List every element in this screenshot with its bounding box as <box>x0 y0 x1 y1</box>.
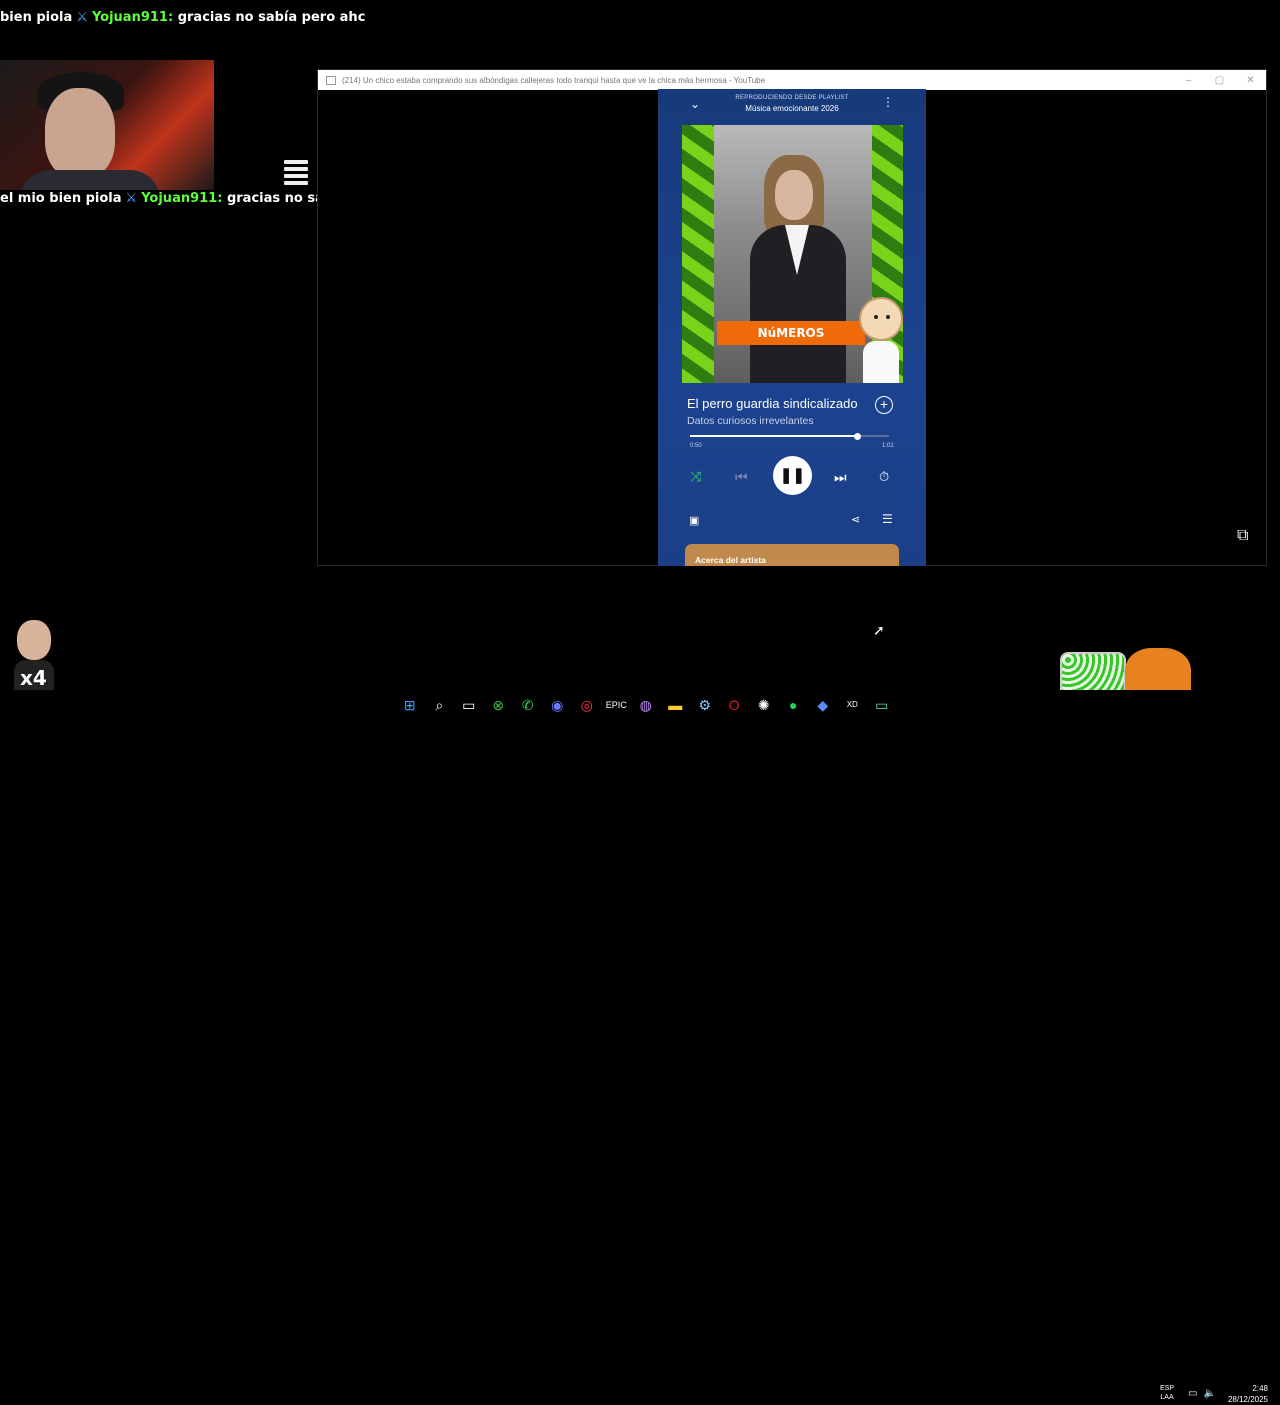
steam-icon[interactable]: ⚙ <box>690 696 720 714</box>
search-icon[interactable]: ⌕ <box>425 696 455 714</box>
windows-icon[interactable]: ⊞ <box>395 696 425 714</box>
timer-icon[interactable]: ⏱ <box>879 469 889 485</box>
sword-icon: ⚔ <box>76 10 88 25</box>
spotify-player: ⌄ REPRODUCIENDO DESDE PLAYLIST Música em… <box>658 89 926 566</box>
window-title: (214) Un chico estaba comprando sus albó… <box>342 75 766 85</box>
chat-text: gracias no sabía pero ahc <box>177 10 366 25</box>
shuffle-icon[interactable]: ⤨ <box>690 468 701 485</box>
time-total: 1:01 <box>882 443 894 449</box>
cover-banner: NúMEROS <box>717 321 865 345</box>
progress-bar[interactable] <box>690 432 889 440</box>
volume-icon[interactable]: 🔈 <box>1203 1388 1221 1399</box>
chat-text: gracias no sal <box>226 191 329 206</box>
next-icon[interactable]: ⏭ <box>834 469 847 486</box>
previous-icon[interactable]: ⏮ <box>735 469 748 486</box>
chat-message: el mio bien piola ⚔ Yojuan911: gracias no … <box>0 191 328 206</box>
lang-bottom: LAA <box>1160 1394 1174 1401</box>
app-icon[interactable]: ◆ <box>808 696 838 714</box>
discord-icon[interactable]: ◉ <box>543 696 573 714</box>
opera-icon[interactable]: O <box>720 696 750 714</box>
about-artist-card[interactable]: Acerca del artista <box>685 544 899 566</box>
chatgpt-icon[interactable]: ✺ <box>749 696 779 714</box>
track-title[interactable]: El perro guardia sindicalizado <box>687 396 858 411</box>
clock-time: 2:48 <box>1252 1384 1268 1393</box>
taskbar-apps: ⊞ ⌕ ▭ ⊗ ✆ ◉ ◎ EPIC ◍ ▬ ⚙ O ✺ ● ◆ XD ▭ <box>395 696 897 714</box>
artist-name[interactable]: Datos curiosos irrevelantes <box>687 415 814 427</box>
browser-icon[interactable]: ◍ <box>631 696 661 714</box>
opera-gx-icon[interactable]: ◎ <box>572 696 602 714</box>
progress-knob[interactable] <box>853 432 861 440</box>
close-button[interactable]: ✕ <box>1235 75 1266 86</box>
file-explorer-icon[interactable]: ▬ <box>661 696 691 714</box>
time-current: 0:50 <box>690 443 702 449</box>
webcam-feed <box>0 60 214 190</box>
lang-top: ESP <box>1160 1385 1175 1392</box>
pause-icon[interactable]: ❚❚ <box>773 456 812 495</box>
spotify-icon[interactable]: ● <box>779 696 809 714</box>
emote-multiplier: x4 <box>20 666 47 690</box>
task-view-icon[interactable]: ▭ <box>454 696 484 714</box>
album-cover: NúMEROS <box>682 125 903 383</box>
xd-pen-icon[interactable]: XD <box>838 696 868 714</box>
sword-icon: ⚔ <box>125 191 138 206</box>
chat-username: Yojuan911: <box>141 191 223 206</box>
window-icon <box>326 75 336 85</box>
network-icon[interactable]: ▭ <box>1188 1388 1203 1399</box>
queue-icon[interactable]: ☰ <box>882 512 893 526</box>
language-indicator[interactable]: ESP LAA <box>1160 1384 1174 1402</box>
progress-fill <box>690 435 858 437</box>
chat-prefix: bien piola <box>0 10 73 25</box>
translate-icon[interactable]: ⧉ <box>1237 527 1248 545</box>
more-icon[interactable]: ⋮ <box>882 95 894 109</box>
chat-message: bien piola ⚔ Yojuan911: gracias no sabía p… <box>0 10 365 25</box>
clock[interactable]: 2:48 28/12/2025 <box>1226 1383 1268 1405</box>
mouse-cursor: ➚ <box>873 622 885 638</box>
share-icon[interactable]: ⋖ <box>851 513 860 526</box>
whatsapp-icon[interactable]: ✆ <box>513 696 543 714</box>
terminal-icon[interactable]: ▭ <box>867 696 897 714</box>
add-icon[interactable]: + <box>875 396 893 414</box>
epic-games-icon[interactable]: EPIC <box>602 696 632 714</box>
maximize-button[interactable]: ▢ <box>1204 75 1235 86</box>
device-icon[interactable]: ▣ <box>689 514 699 527</box>
mascot-image <box>859 297 903 383</box>
xbox-icon[interactable]: ⊗ <box>484 696 514 714</box>
minimize-button[interactable]: – <box>1173 75 1204 86</box>
clock-date: 28/12/2025 <box>1227 1395 1268 1404</box>
stack-icon <box>284 160 308 188</box>
chat-username: Yojuan911: <box>91 10 174 25</box>
window-titlebar[interactable]: (214) Un chico estaba comprando sus albó… <box>318 70 1266 90</box>
chat-prefix: el mio bien piola <box>0 191 122 206</box>
taskbar: ⊞ ⌕ ▭ ⊗ ✆ ◉ ◎ EPIC ◍ ▬ ⚙ O ✺ ● ◆ XD ▭ ES… <box>0 690 1280 1404</box>
system-tray[interactable]: ▭🔈 <box>1188 1388 1222 1399</box>
